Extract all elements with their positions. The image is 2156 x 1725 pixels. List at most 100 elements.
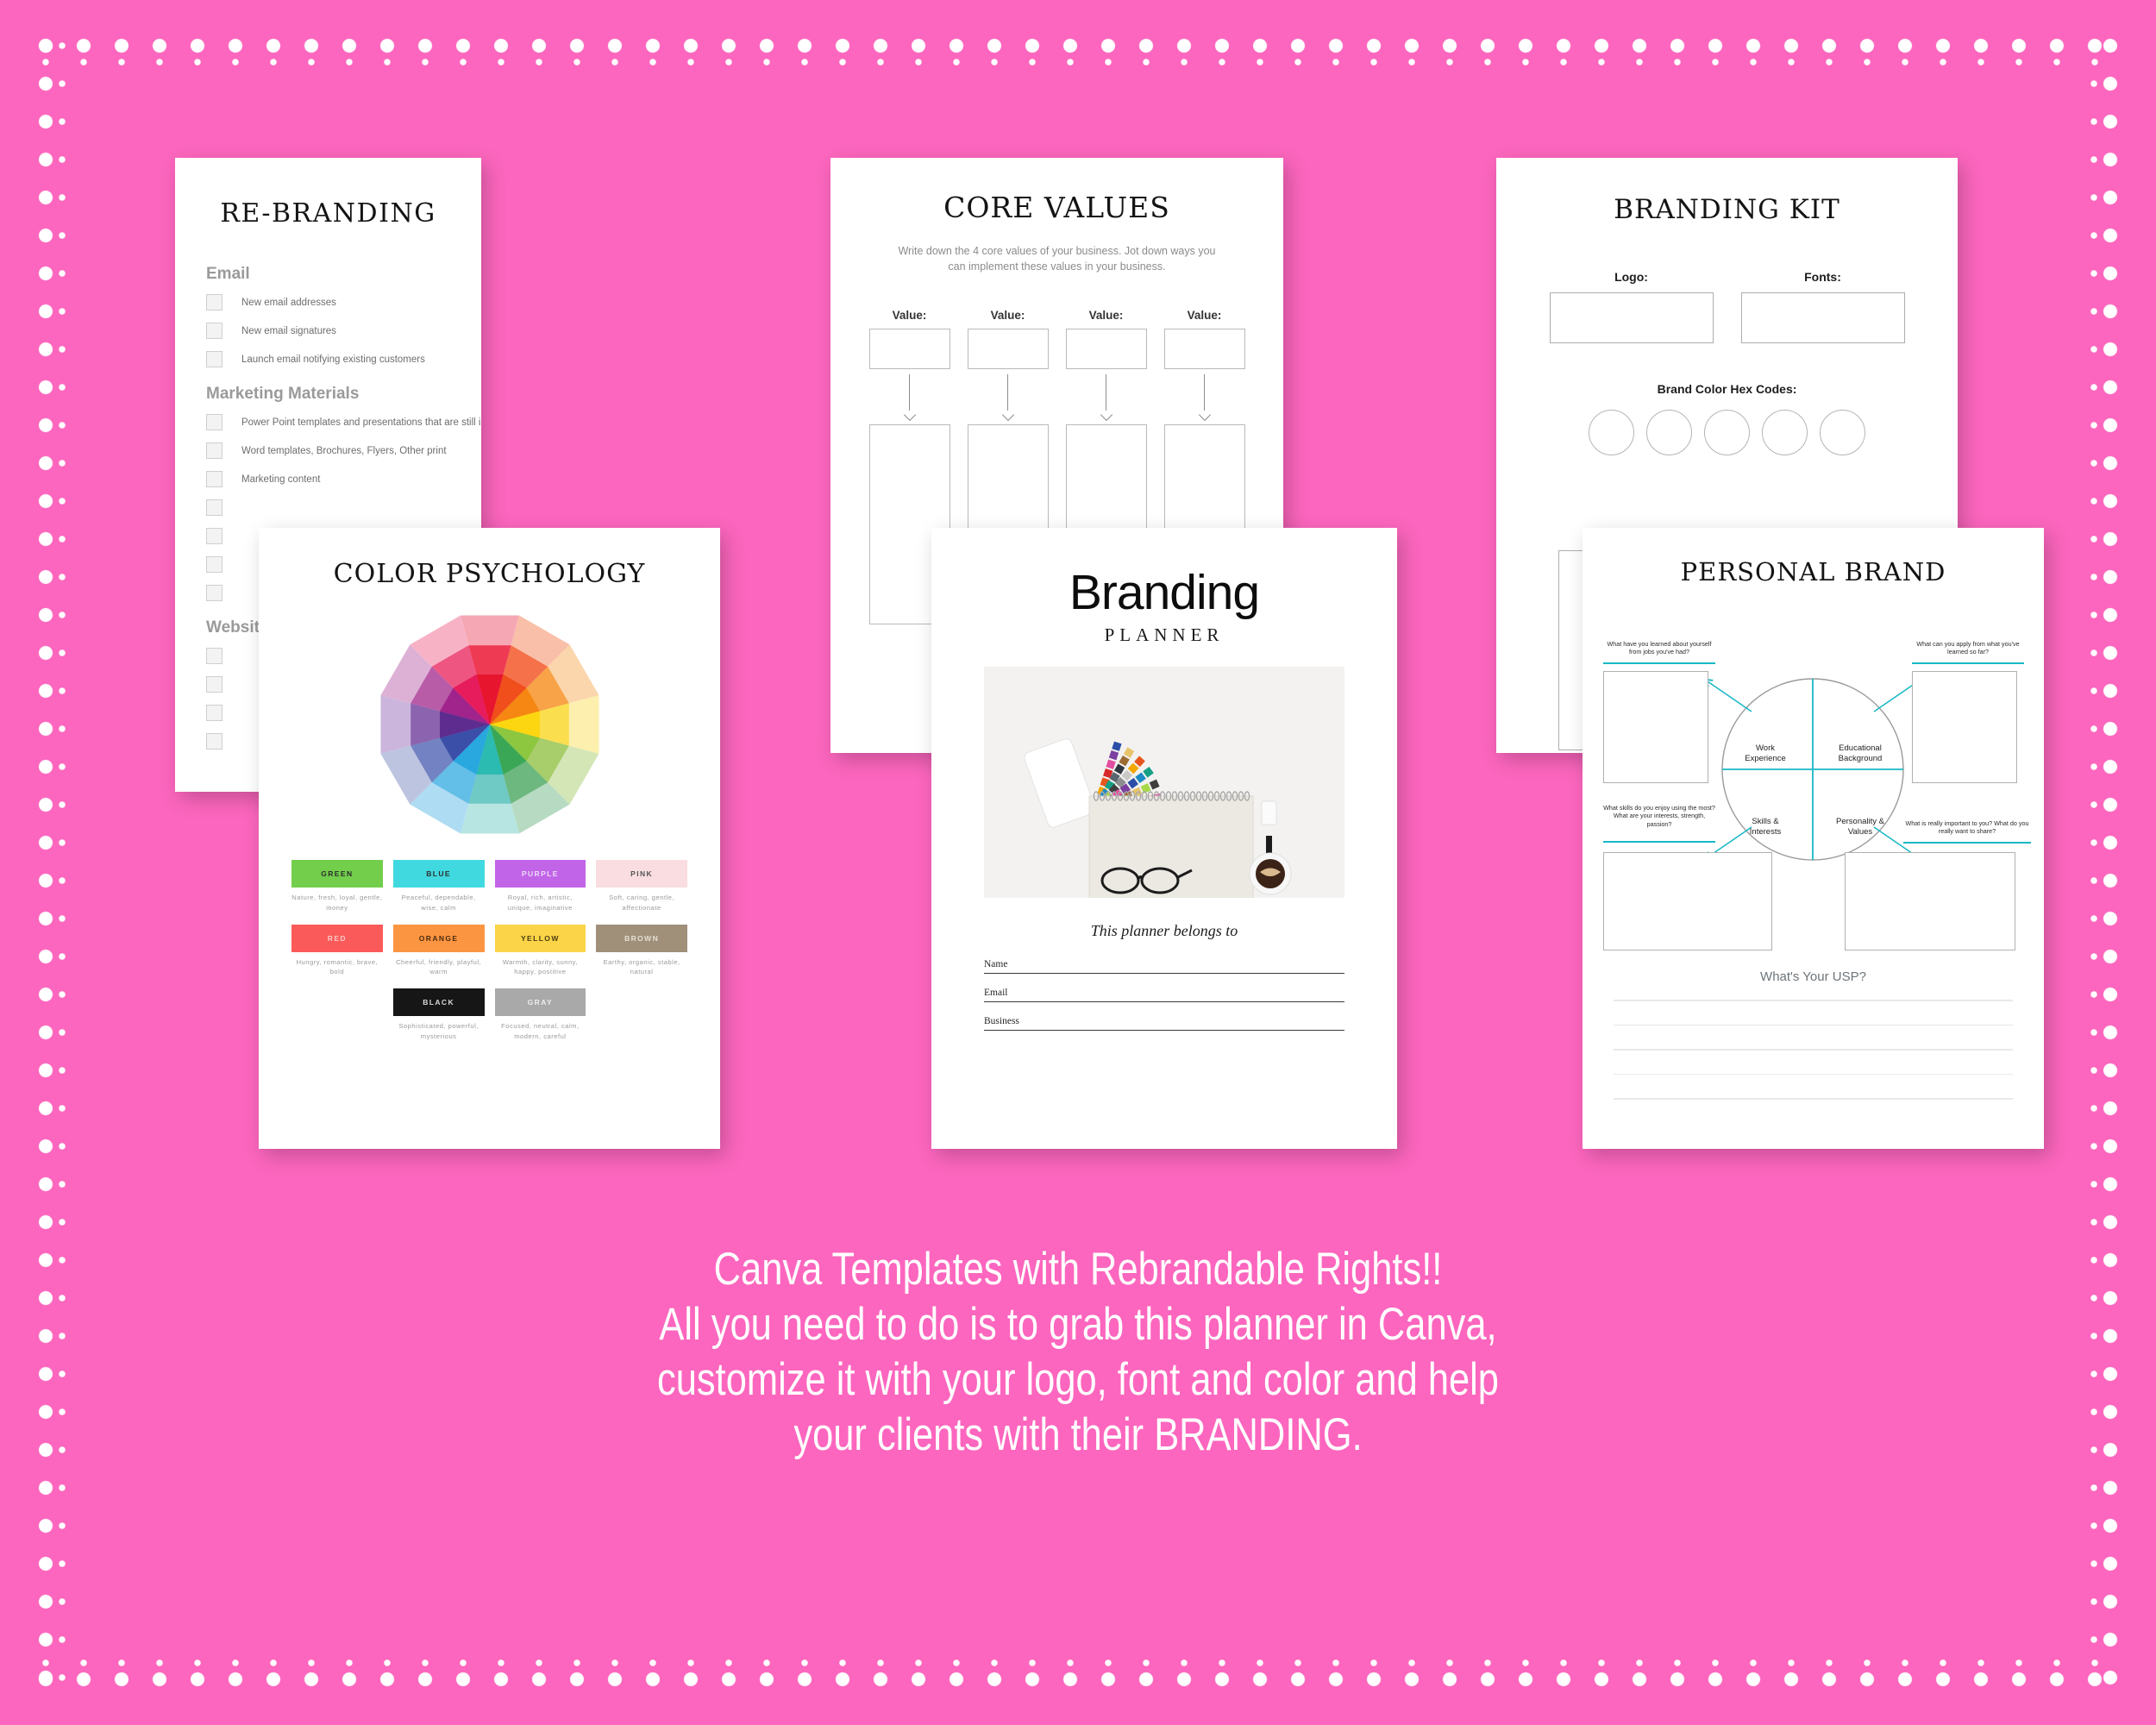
checkbox[interactable] bbox=[206, 414, 222, 430]
usp-line bbox=[1614, 1073, 2013, 1075]
checklist-item[interactable] bbox=[206, 499, 450, 516]
usp-line bbox=[1614, 1049, 2013, 1051]
hex-swatch-circle[interactable] bbox=[1704, 410, 1750, 455]
swatch-desc: Focused, neutral, calm, modern, careful bbox=[501, 1022, 580, 1040]
checkbox[interactable] bbox=[206, 585, 222, 601]
hex-swatch-circle[interactable] bbox=[1820, 410, 1865, 455]
page-color-psychology[interactable]: COLOR PSYCHOLOGY GREEN Nature, fresh, lo… bbox=[259, 528, 720, 1149]
checkbox[interactable] bbox=[206, 733, 222, 750]
swatch-name: GRAY bbox=[527, 998, 554, 1007]
border-dots-top bbox=[36, 36, 2120, 55]
down-arrow-icon bbox=[1203, 374, 1206, 419]
answer-box-bottom-left[interactable] bbox=[1603, 852, 1772, 950]
value-label: Value: bbox=[1088, 309, 1124, 323]
fonts-cell: Fonts: bbox=[1740, 270, 1905, 343]
swatch-cell[interactable]: GREEN Nature, fresh, loyal, gentle, mone… bbox=[291, 860, 383, 913]
value-label: Value: bbox=[1187, 309, 1222, 323]
swatch-name: PURPLE bbox=[521, 869, 559, 878]
checkbox[interactable] bbox=[206, 351, 222, 367]
swatch-cell[interactable]: YELLOW Warmth, clarity, sunny, happy, po… bbox=[494, 924, 586, 978]
fonts-input-box[interactable] bbox=[1740, 292, 1905, 343]
svg-text:Values: Values bbox=[1848, 827, 1873, 837]
value-input-box[interactable] bbox=[1163, 329, 1245, 370]
color-wheel-icon bbox=[379, 615, 599, 834]
down-arrow-icon bbox=[908, 374, 911, 419]
answer-box-top-left[interactable] bbox=[1603, 671, 1708, 783]
checklist-item[interactable]: Power Point templates and presentations … bbox=[206, 414, 481, 430]
answer-box-top-right[interactable] bbox=[1912, 671, 2017, 783]
swatch-desc: Cheerful, friendly, playful, warm bbox=[396, 957, 482, 976]
name-field-label: Name bbox=[984, 959, 1008, 969]
swatch-cell[interactable]: BLACK Sophisticated, powerful, mysteriou… bbox=[392, 988, 485, 1042]
name-field[interactable]: Name bbox=[984, 956, 1344, 974]
swatch-chip: YELLOW bbox=[494, 924, 586, 952]
swatch-desc: Sophisticated, powerful, mysterious bbox=[398, 1022, 479, 1040]
border-dots-right bbox=[2101, 36, 2120, 1689]
value-input-box[interactable] bbox=[868, 329, 950, 370]
checkbox[interactable] bbox=[206, 705, 222, 721]
swatch-cell[interactable]: ORANGE Cheerful, friendly, playful, warm bbox=[392, 924, 485, 978]
swatch-cell[interactable]: GRAY Focused, neutral, calm, modern, car… bbox=[494, 988, 586, 1042]
page-planner-cover[interactable]: Branding PLANNER This planner belongs to… bbox=[931, 528, 1397, 1149]
checklist-item[interactable]: New email signatures bbox=[206, 323, 450, 339]
prompt-underline bbox=[1603, 662, 1715, 664]
swatch-chip: BLUE bbox=[392, 860, 485, 888]
swatch-cell[interactable]: BLUE Peaceful, dependable, wise, calm bbox=[392, 860, 485, 913]
caption-line-2: All you need to do is to grab this plann… bbox=[659, 1299, 1497, 1351]
answer-box-bottom-right[interactable] bbox=[1845, 852, 2015, 950]
swatch-chip: BLACK bbox=[392, 988, 485, 1017]
value-input-box[interactable] bbox=[967, 329, 1049, 370]
checkbox[interactable] bbox=[206, 294, 222, 310]
border-dots-bottom-inner bbox=[36, 1658, 2120, 1668]
swatch-chip: PURPLE bbox=[494, 860, 586, 888]
hex-swatch-circle[interactable] bbox=[1589, 410, 1634, 455]
usp-writing-lines[interactable] bbox=[1583, 1000, 2044, 1100]
svg-text:Interests: Interests bbox=[1750, 827, 1782, 837]
swatch-cell[interactable]: RED Hungry, romantic, brave, bold bbox=[291, 924, 383, 978]
page-personal-brand[interactable]: PERSONAL BRAND Work Experience Education… bbox=[1583, 528, 2044, 1149]
value-label: Value: bbox=[892, 309, 927, 323]
prompt-underline bbox=[1912, 662, 2024, 664]
checklist-item[interactable]: Marketing content bbox=[206, 471, 450, 487]
usp-line bbox=[1614, 1000, 2013, 1001]
prompt-underline bbox=[1603, 841, 1715, 843]
business-field[interactable]: Business bbox=[984, 1013, 1344, 1031]
checkbox[interactable] bbox=[206, 471, 222, 487]
down-arrow-icon bbox=[1105, 374, 1107, 419]
usp-line bbox=[1614, 1098, 2013, 1100]
promo-caption: Canva Templates with Rebrandable Rights!… bbox=[194, 1242, 1962, 1464]
page-title-branding-kit: BRANDING KIT bbox=[1614, 194, 1840, 225]
value-input-box[interactable] bbox=[1065, 329, 1147, 370]
checklist-item[interactable]: Word templates, Brochures, Flyers, Other… bbox=[206, 442, 450, 459]
swatch-cell[interactable]: BROWN Earthy, organic, stable, natural bbox=[596, 924, 687, 978]
checkbox[interactable] bbox=[206, 528, 222, 544]
swatch-name: RED bbox=[327, 933, 347, 943]
hex-swatch-circle[interactable] bbox=[1762, 410, 1808, 455]
checkbox[interactable] bbox=[206, 556, 222, 573]
swatch-name: ORANGE bbox=[418, 933, 459, 943]
owner-fields: Name Email Business bbox=[984, 956, 1344, 1031]
prompt-top-right: What can you apply from what you've lear… bbox=[1916, 640, 2020, 656]
checklist-item[interactable]: Launch email notifying existing customer… bbox=[206, 351, 450, 367]
swatch-desc: Soft, caring, gentle, affectionate bbox=[609, 894, 675, 912]
swatch-desc: Nature, fresh, loyal, gentle, money bbox=[291, 894, 383, 912]
email-field[interactable]: Email bbox=[984, 984, 1344, 1002]
checkbox[interactable] bbox=[206, 676, 222, 693]
swatch-cell[interactable]: PINK Soft, caring, gentle, affectionate bbox=[596, 860, 687, 913]
caption-line-3: customize it with your logo, font and co… bbox=[656, 1354, 1499, 1406]
checklist-item[interactable]: New email addresses bbox=[206, 294, 450, 310]
swatch-desc: Peaceful, dependable, wise, calm bbox=[401, 894, 476, 912]
usp-label: What's Your USP? bbox=[1760, 969, 1866, 984]
checklist-label: New email addresses bbox=[241, 297, 336, 308]
checkbox[interactable] bbox=[206, 499, 222, 516]
checkbox[interactable] bbox=[206, 648, 222, 664]
checkbox[interactable] bbox=[206, 442, 222, 459]
hex-swatch-circle[interactable] bbox=[1646, 410, 1692, 455]
checkbox[interactable] bbox=[206, 323, 222, 339]
swatch-cell[interactable]: PURPLE Royal, rich, artistic, unique, im… bbox=[494, 860, 586, 913]
logo-input-box[interactable] bbox=[1549, 292, 1714, 343]
prompt-bottom-right: What is really important to you? What do… bbox=[1905, 819, 2029, 836]
swatch-desc: Warmth, clarity, sunny, happy, postitive bbox=[502, 957, 579, 976]
border-dots-right-inner bbox=[2089, 36, 2099, 1689]
swatch-desc: Hungry, romantic, brave, bold bbox=[296, 957, 379, 976]
